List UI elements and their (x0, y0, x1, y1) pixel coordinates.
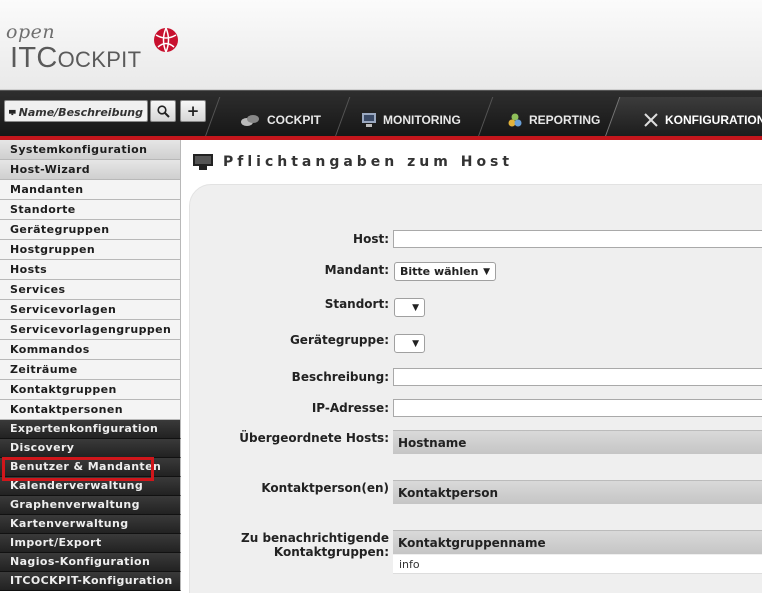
contactgroups-label-line1: Zu benachrichtigende (241, 531, 389, 545)
tab-reporting-label: REPORTING (529, 113, 601, 127)
tab-cockpit-label: COCKPIT (267, 113, 321, 127)
beschreibung-field[interactable] (393, 368, 762, 386)
main-content: Pflichtangaben zum Host Host: Mandant: B… (181, 140, 762, 593)
plus-icon: + (186, 102, 200, 120)
sidebar-item-mandanten[interactable]: Mandanten (0, 180, 181, 200)
tab-separator (477, 97, 494, 137)
tab-separator (334, 97, 351, 137)
dropdown-arrow-icon: ▼ (412, 338, 419, 349)
contact-persons-table-header[interactable]: Kontaktperson (393, 480, 762, 504)
page-title: Pflichtangaben zum Host (193, 154, 513, 170)
sidebar-item-zeitraeume[interactable]: Zeiträume (0, 360, 181, 380)
tools-icon (644, 113, 658, 127)
monitor-small-icon (9, 109, 16, 116)
mandant-select-value: Bitte wählen (400, 265, 479, 278)
sidebar-item-hostgruppen[interactable]: Hostgruppen (0, 240, 181, 260)
highlight-box (2, 457, 154, 481)
dropdown-arrow-icon: ▼ (483, 266, 490, 277)
contactgroups-label: Zu benachrichtigende Kontaktgruppen: (241, 531, 389, 559)
sidebar-section-itcockpit-konfiguration[interactable]: ITCOCKPIT-Konfiguration (0, 572, 181, 591)
tab-konfiguration[interactable]: KONFIGURATION (644, 105, 762, 135)
contactgroups-table-header[interactable]: Kontaktgruppenname (393, 530, 762, 554)
host-field[interactable] (393, 230, 762, 248)
reporting-icon (508, 113, 522, 127)
top-navigation-bar: Name/Beschreibung + COCKPIT MONITORING R… (0, 90, 762, 140)
openitcockpit-logo[interactable]: open ITCOCKPIT (6, 22, 141, 76)
ip-address-label: IP-Adresse: (311, 401, 389, 415)
sidebar-section-systemkonfiguration[interactable]: Systemkonfiguration (0, 140, 181, 160)
tab-konfiguration-label: KONFIGURATION (665, 113, 762, 127)
sidebar-section-discovery[interactable]: Discovery (0, 439, 181, 458)
parent-hosts-table-header[interactable]: Hostname (393, 430, 762, 454)
search-button[interactable] (150, 100, 176, 122)
tab-separator (204, 97, 221, 137)
sidebar-item-kontaktpersonen[interactable]: Kontaktpersonen (0, 400, 181, 420)
sidebar-menu: Systemkonfiguration Host-Wizard Mandante… (0, 140, 181, 593)
geraetegruppe-select[interactable]: ▼ (394, 334, 425, 353)
sidebar-item-hosts[interactable]: Hosts (0, 260, 181, 280)
magnifier-icon (156, 104, 170, 118)
search-input[interactable]: Name/Beschreibung (4, 100, 148, 122)
sidebar-item-kommandos[interactable]: Kommandos (0, 340, 181, 360)
mandant-select[interactable]: Bitte wählen ▼ (394, 262, 496, 281)
host-label: Host: (353, 232, 389, 246)
sidebar-item-services[interactable]: Services (0, 280, 181, 300)
tab-reporting[interactable]: REPORTING (508, 105, 600, 135)
monitoring-icon (362, 113, 376, 127)
sidebar-item-geraetegruppen[interactable]: Gerätegruppen (0, 220, 181, 240)
sidebar-item-standorte[interactable]: Standorte (0, 200, 181, 220)
cockpit-icon (241, 115, 259, 126)
page-title-text: Pflichtangaben zum Host (223, 154, 514, 170)
sidebar-section-graphenverwaltung[interactable]: Graphenverwaltung (0, 496, 181, 515)
sidebar-section-kartenverwaltung[interactable]: Kartenverwaltung (0, 515, 181, 534)
contact-persons-label: Kontaktperson(en) (261, 481, 389, 495)
monitor-icon (193, 154, 213, 170)
tab-cockpit[interactable]: COCKPIT (240, 105, 321, 135)
sidebar-section-expertenkonfiguration[interactable]: Expertenkonfiguration (0, 420, 181, 439)
search-placeholder: Name/Beschreibung (18, 106, 143, 119)
sidebar-item-servicevorlagengruppen[interactable]: Servicevorlagengruppen (0, 320, 181, 340)
sidebar-section-nagios-konfiguration[interactable]: Nagios-Konfiguration (0, 553, 181, 572)
logo-open-text: open (6, 21, 56, 43)
add-button[interactable]: + (180, 100, 206, 122)
tab-monitoring-label: MONITORING (383, 113, 461, 127)
sidebar-item-host-wizard[interactable]: Host-Wizard (0, 160, 181, 180)
mandant-label: Mandant: (324, 263, 389, 277)
contactgroups-row[interactable]: info (393, 555, 762, 574)
logo-brand-text: ITCOCKPIT (10, 42, 141, 76)
geraetegruppe-label: Gerätegruppe: (289, 333, 389, 347)
standort-select[interactable]: ▼ (394, 298, 425, 317)
beschreibung-label: Beschreibung: (291, 370, 389, 384)
sidebar-item-servicevorlagen[interactable]: Servicevorlagen (0, 300, 181, 320)
logo-brand-rest: OCKPIT (57, 47, 142, 72)
app-header: open ITCOCKPIT (0, 0, 762, 90)
tab-monitoring[interactable]: MONITORING (362, 105, 461, 135)
basketball-logo-icon (154, 27, 178, 53)
sidebar-item-kontaktgruppen[interactable]: Kontaktgruppen (0, 380, 181, 400)
sidebar-section-import-export[interactable]: Import/Export (0, 534, 181, 553)
ip-address-field[interactable] (393, 399, 762, 417)
dropdown-arrow-icon: ▼ (412, 302, 419, 313)
parent-hosts-label: Übergeordnete Hosts: (239, 431, 389, 445)
standort-label: Standort: (324, 297, 389, 311)
contactgroups-label-line2: Kontaktgruppen: (273, 545, 389, 559)
logo-brand-c: C (36, 42, 58, 74)
logo-brand-it: IT (10, 42, 37, 74)
